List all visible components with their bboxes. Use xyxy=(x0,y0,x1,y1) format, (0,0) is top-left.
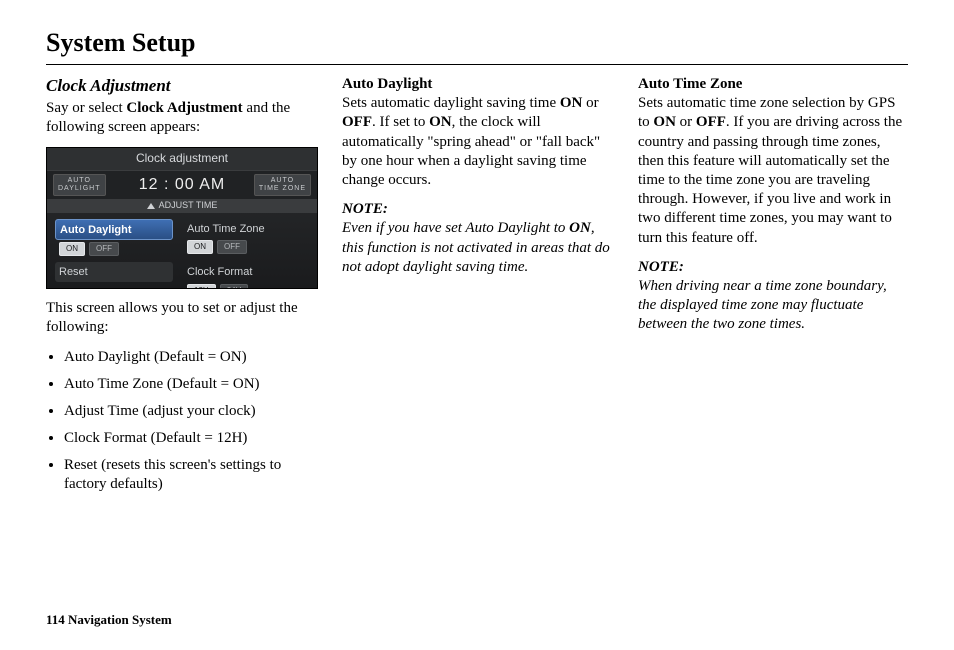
option-auto-daylight[interactable]: Auto Daylight ON OFF xyxy=(55,219,173,256)
heading-auto-daylight: Auto Daylight xyxy=(342,75,612,94)
toggle-off[interactable]: OFF xyxy=(217,240,247,254)
text-bold: OFF xyxy=(342,114,372,130)
auto-daylight-paragraph: Sets automatic daylight saving time ON o… xyxy=(342,94,612,190)
text-bold: ON xyxy=(569,220,591,236)
toggle-row: 12H 24H xyxy=(183,284,301,290)
note-label: NOTE: xyxy=(342,200,612,219)
list-item: Adjust Time (adjust your clock) xyxy=(64,402,316,421)
text: AUTO xyxy=(271,177,294,184)
list-item: Auto Time Zone (Default = ON) xyxy=(64,375,316,394)
text: Say or select xyxy=(46,100,126,116)
content-columns: Clock Adjustment Say or select Clock Adj… xyxy=(46,75,908,503)
bullet-list: Auto Daylight (Default = ON) Auto Time Z… xyxy=(46,348,316,495)
option-label: Clock Format xyxy=(183,262,301,281)
toggle-row: ON OFF xyxy=(183,240,301,254)
toggle-24h[interactable]: 24H xyxy=(220,284,249,290)
text: Sets automatic daylight saving time xyxy=(342,95,560,111)
column-clock-adjustment: Clock Adjustment Say or select Clock Adj… xyxy=(46,75,316,503)
list-item: Auto Daylight (Default = ON) xyxy=(64,348,316,367)
auto-timezone-paragraph: Sets automatic time zone selection by GP… xyxy=(638,94,908,248)
list-item: Clock Format (Default = 12H) xyxy=(64,429,316,448)
text-bold: ON xyxy=(653,114,676,130)
page-number: 114 xyxy=(46,612,65,627)
auto-daylight-hard-button[interactable]: AUTO DAYLIGHT xyxy=(53,174,106,196)
text: . If set to xyxy=(372,114,429,130)
device-title: Clock adjustment xyxy=(136,151,228,166)
toggle-12h[interactable]: 12H xyxy=(187,284,216,290)
device-screenshot: Clock adjustment AUTO DAYLIGHT 12 : 00 A… xyxy=(46,147,318,289)
text: . If you are driving across the country … xyxy=(638,114,902,245)
text-bold: Clock Adjustment xyxy=(126,100,242,116)
option-label: Auto Time Zone xyxy=(183,219,301,238)
adjust-time-bar[interactable]: ADJUST TIME xyxy=(47,199,317,213)
column-auto-daylight: Auto Daylight Sets automatic daylight sa… xyxy=(342,75,612,503)
toggle-off[interactable]: OFF xyxy=(89,242,119,256)
note-body: Even if you have set Auto Daylight to ON… xyxy=(342,219,612,277)
text: or xyxy=(676,114,696,130)
option-label: Auto Daylight xyxy=(55,219,173,240)
list-item: Reset (resets this screen's settings to … xyxy=(64,456,316,494)
footer: 114 Navigation System xyxy=(46,612,172,628)
note-body: When driving near a time zone boundary, … xyxy=(638,277,908,335)
heading-auto-timezone: Auto Time Zone xyxy=(638,75,908,94)
device-title-bar: Clock adjustment xyxy=(47,148,317,171)
option-clock-format[interactable]: Clock Format 12H 24H xyxy=(183,262,301,289)
adjust-time-label: ADJUST TIME xyxy=(159,200,218,212)
toggle-row: ON OFF xyxy=(55,242,173,256)
after-image-text: This screen allows you to set or adjust … xyxy=(46,299,316,337)
text: AUTO xyxy=(68,177,91,184)
text-bold: OFF xyxy=(696,114,726,130)
divider xyxy=(46,64,908,65)
device-time-row: AUTO DAYLIGHT 12 : 00 AM AUTO TIME ZONE xyxy=(47,171,317,199)
toggle-on[interactable]: ON xyxy=(187,240,213,254)
column-auto-timezone: Auto Time Zone Sets automatic time zone … xyxy=(638,75,908,503)
toggle-on[interactable]: ON xyxy=(59,242,85,256)
text: TIME ZONE xyxy=(259,185,306,192)
text-bold: ON xyxy=(429,114,452,130)
option-label: Reset xyxy=(55,262,173,281)
text: or xyxy=(582,95,598,111)
page-title: System Setup xyxy=(46,28,908,58)
text: Even if you have set Auto Daylight to xyxy=(342,220,569,236)
footer-text: Navigation System xyxy=(68,612,172,627)
option-reset[interactable]: Reset xyxy=(55,262,173,289)
device-time: 12 : 00 AM xyxy=(139,175,226,195)
auto-timezone-hard-button[interactable]: AUTO TIME ZONE xyxy=(254,174,311,196)
device-options-grid: Auto Daylight ON OFF Auto Time Zone ON O… xyxy=(47,213,317,289)
option-auto-timezone[interactable]: Auto Time Zone ON OFF xyxy=(183,219,301,256)
text-bold: ON xyxy=(560,95,583,111)
heading-clock-adjustment: Clock Adjustment xyxy=(46,75,316,97)
intro-text: Say or select Clock Adjustment and the f… xyxy=(46,99,316,137)
text: DAYLIGHT xyxy=(58,185,101,192)
note-label: NOTE: xyxy=(638,258,908,277)
